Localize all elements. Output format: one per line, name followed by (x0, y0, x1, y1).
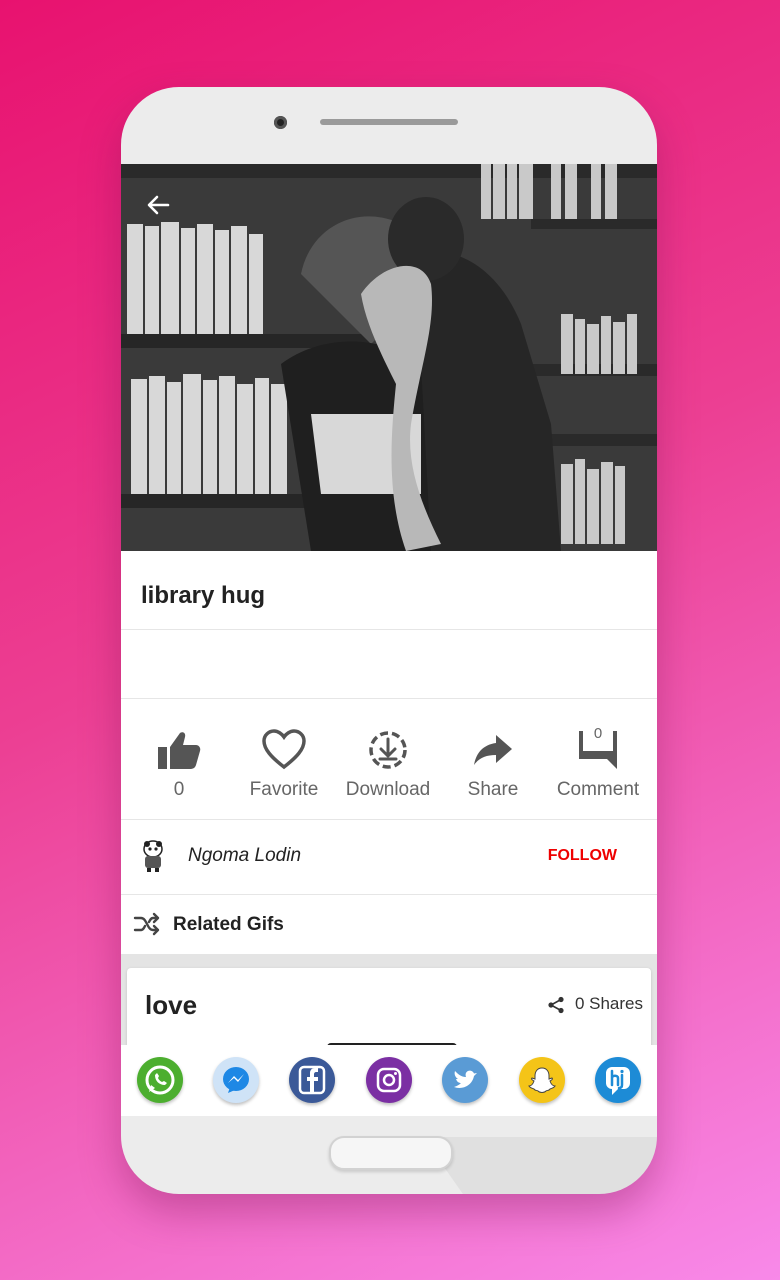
share-nodes-icon (548, 996, 564, 1013)
phone-shadow (422, 1137, 657, 1194)
app-screen: library hug 0 Favorite Download Share 0 … (121, 164, 657, 1116)
heart-icon (262, 729, 306, 770)
facebook-button[interactable] (289, 1057, 335, 1103)
related-card-share[interactable]: 0 Shares (547, 994, 643, 1014)
phone-frame: library hug 0 Favorite Download Share 0 … (121, 87, 657, 1194)
home-button[interactable] (329, 1136, 453, 1170)
related-card-shares: 0 Shares (574, 994, 643, 1013)
gif-image[interactable] (121, 164, 657, 551)
hike-button[interactable] (595, 1057, 641, 1103)
snapchat-icon (528, 1067, 556, 1093)
share-button[interactable]: Share (443, 717, 543, 819)
whatsapp-button[interactable] (137, 1057, 183, 1103)
related-gifs-header: Related Gifs (121, 895, 657, 953)
favorite-button[interactable]: Favorite (234, 717, 334, 819)
favorite-label: Favorite (249, 779, 319, 800)
like-button[interactable]: 0 (129, 717, 229, 819)
back-arrow-icon[interactable] (141, 188, 175, 222)
divider (121, 629, 657, 630)
gif-illustration (121, 164, 657, 551)
divider (121, 698, 657, 699)
related-card-title: love (145, 990, 198, 1020)
download-button[interactable]: Download (338, 717, 438, 819)
instagram-icon (376, 1067, 402, 1093)
download-label: Download (345, 779, 431, 800)
twitter-button[interactable] (442, 1057, 488, 1103)
shuffle-icon (133, 912, 160, 936)
follow-button[interactable]: FOLLOW (548, 847, 617, 865)
author-name[interactable]: Ngoma Lodin (188, 845, 301, 867)
whatsapp-icon (145, 1065, 175, 1095)
comment-button[interactable]: 0 Comment (548, 717, 648, 819)
comment-label: Comment (556, 779, 640, 800)
action-bar: 0 Favorite Download Share 0 Comment (121, 717, 657, 819)
share-arrow-icon (474, 735, 512, 765)
related-gifs-label: Related Gifs (173, 914, 284, 935)
author-row: Ngoma Lodin FOLLOW (121, 820, 657, 894)
comment-count: 0 (593, 725, 603, 742)
twitter-icon (454, 1070, 477, 1088)
share-bar (121, 1045, 657, 1116)
gif-title: library hug (141, 582, 266, 609)
instagram-button[interactable] (366, 1057, 412, 1103)
avatar[interactable] (139, 840, 167, 872)
snapchat-button[interactable] (519, 1057, 565, 1103)
thumbs-up-icon (158, 732, 201, 769)
share-label: Share (467, 779, 519, 800)
messenger-icon (223, 1067, 249, 1093)
like-count: 0 (173, 779, 185, 800)
earpiece-speaker (320, 119, 458, 125)
messenger-button[interactable] (213, 1057, 259, 1103)
front-camera (274, 116, 287, 129)
hike-icon (606, 1067, 630, 1095)
download-circle-icon (369, 731, 407, 769)
facebook-icon (298, 1065, 326, 1095)
